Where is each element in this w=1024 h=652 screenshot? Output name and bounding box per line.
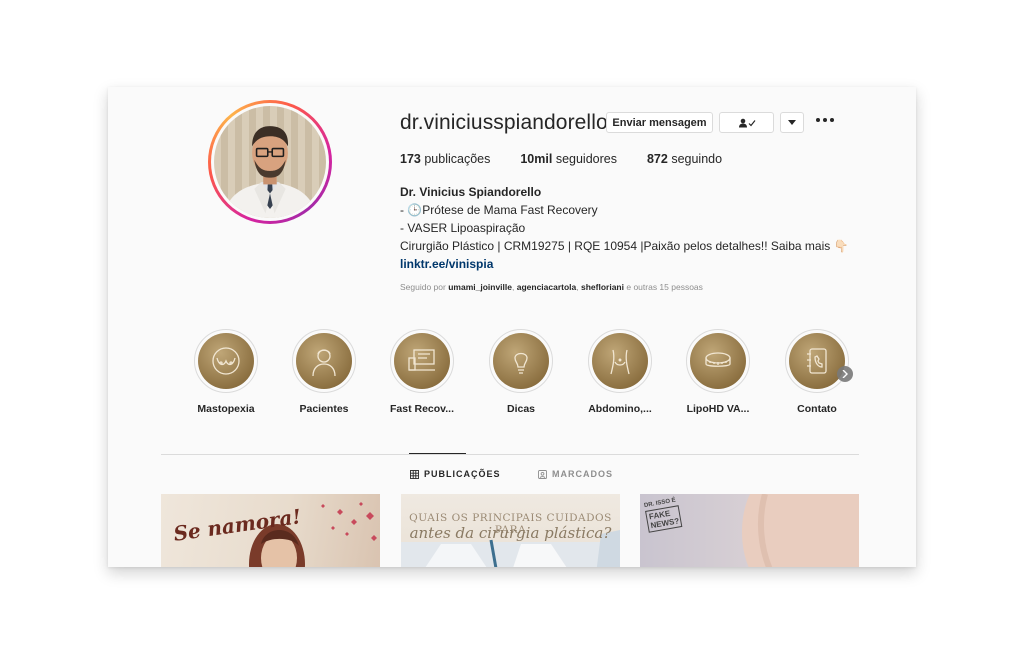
chevron-right-icon xyxy=(842,370,848,378)
suggested-accounts-dropdown[interactable] xyxy=(780,112,804,133)
profile-full-name: Dr. Vinicius Spiandorello xyxy=(400,185,542,199)
more-options-icon[interactable] xyxy=(816,118,834,122)
post-thumbnail[interactable]: QUAIS OS PRINCIPAIS CUIDADOS PARA antes … xyxy=(401,494,620,567)
highlight-label: Contato xyxy=(797,403,837,415)
bio-line: - VASER Lipoaspiração xyxy=(400,221,526,235)
tagged-user-icon xyxy=(538,469,547,479)
tabs-divider xyxy=(161,454,859,455)
person-icon xyxy=(312,349,336,377)
posts-count: 173 publicações xyxy=(400,152,491,166)
instagram-profile-window: dr.viniciusspiandorello Enviar mensagem … xyxy=(108,87,916,567)
post-thumbnail[interactable]: Se namora! xyxy=(161,494,380,567)
abdomen-icon xyxy=(610,349,630,375)
tab-posts[interactable]: PUBLICAÇÕES xyxy=(410,469,501,479)
tape-measure-icon xyxy=(705,352,731,367)
send-message-button[interactable]: Enviar mensagem xyxy=(606,112,713,133)
computer-icon xyxy=(408,349,435,371)
highlight-fast-recovery[interactable]: Fast Recov... xyxy=(377,329,467,415)
highlight-pacientes[interactable]: Pacientes xyxy=(279,329,369,415)
caret-down-icon xyxy=(788,120,796,125)
followed-by-text[interactable]: Seguido por umami_joinville, agenciacart… xyxy=(400,282,703,292)
followers-count[interactable]: 10mil seguidores xyxy=(520,152,617,166)
doctor-portrait xyxy=(222,126,318,218)
user-check-icon xyxy=(738,118,755,127)
highlight-label: LipoHD VA... xyxy=(686,403,750,415)
highlight-label: Dicas xyxy=(506,403,536,415)
contact-book-icon xyxy=(807,348,827,374)
grid-icon xyxy=(410,469,419,479)
bio-link[interactable]: linktr.ee/vinispia xyxy=(400,255,880,273)
avatar xyxy=(214,106,326,218)
highlight-label: Mastopexia xyxy=(197,403,255,415)
bio-line: - 🕒Prótese de Mama Fast Recovery xyxy=(400,203,598,217)
highlight-lipohd[interactable]: LipoHD VA... xyxy=(673,329,763,415)
profile-stats: 173 publicações 10mil seguidores 872 seg… xyxy=(400,152,752,166)
following-count[interactable]: 872 seguindo xyxy=(647,152,722,166)
breast-icon xyxy=(212,347,240,375)
highlight-label: Pacientes xyxy=(299,403,349,415)
profile-bio: Dr. Vinicius Spiandorello - 🕒Prótese de … xyxy=(400,183,880,273)
profile-username: dr.viniciusspiandorello xyxy=(400,111,608,134)
post-thumbnail[interactable]: DR. ISSO É FAKE NEWS? xyxy=(640,494,859,567)
highlight-abdomino[interactable]: Abdomino,... xyxy=(575,329,665,415)
highlight-label: Abdomino,... xyxy=(588,403,652,415)
tab-posts-label: PUBLICAÇÕES xyxy=(424,469,501,479)
tab-tagged-label: MARCADOS xyxy=(552,469,613,479)
bio-line: Cirurgião Plástico | CRM19275 | RQE 1095… xyxy=(400,239,849,253)
lightbulb-icon xyxy=(514,352,528,374)
following-button[interactable] xyxy=(719,112,774,133)
highlight-mastopexia[interactable]: Mastopexia xyxy=(181,329,271,415)
fake-news-stamp: DR. ISSO É FAKE NEWS? xyxy=(644,497,683,533)
tab-tagged[interactable]: MARCADOS xyxy=(538,469,613,479)
highlight-dicas[interactable]: Dicas xyxy=(476,329,566,415)
highlight-label: Fast Recov... xyxy=(390,403,454,415)
active-tab-indicator xyxy=(409,453,466,454)
post-subtitle-text: antes da cirurgia plástica? xyxy=(409,524,612,542)
highlights-next-button[interactable] xyxy=(837,366,853,382)
profile-avatar-story-ring[interactable] xyxy=(208,100,332,224)
